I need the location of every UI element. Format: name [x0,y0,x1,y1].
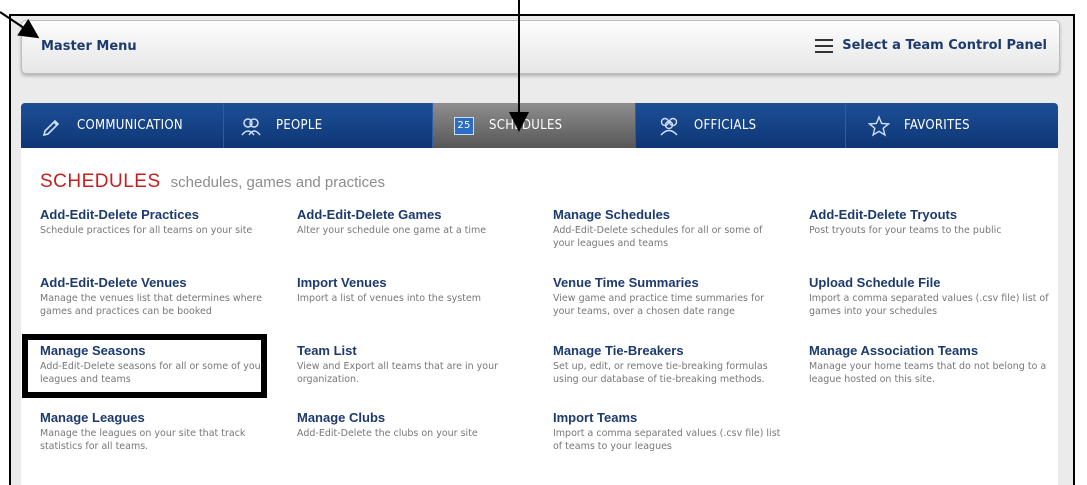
menu-item-manage-tie-breakers[interactable]: Manage Tie-Breakers Set up, edit, or rem… [553,343,788,386]
item-description: Manage your home teams that do not belon… [809,361,1047,385]
item-title[interactable]: Add-Edit-Delete Venues [40,275,270,290]
item-title[interactable]: Manage Clubs [297,410,537,425]
item-description: Add-Edit-Delete the clubs on your site [297,428,478,439]
calendar-number: 25 [454,116,474,135]
section-title: SCHEDULES [40,171,161,192]
menu-item-import-teams[interactable]: Import Teams Import a comma separated va… [553,410,788,453]
item-description: Manage the venues list that determines w… [40,293,263,317]
tab-communication[interactable]: COMMUNICATION [21,103,224,148]
menu-item-team-list[interactable]: Team List View and Export all teams that… [297,343,527,386]
menu-item-upload-schedule-file[interactable]: Upload Schedule File Import a comma sepa… [809,275,1054,318]
section-subtitle: schedules, games and practices [170,174,385,191]
main-tab-bar: COMMUNICATION PEOPLE 25 SCHEDULES OFFICI… [21,103,1058,148]
calendar-icon: 25 [453,115,475,137]
people-icon [240,115,262,137]
tab-label: OFFICIALS [694,118,757,133]
team-panel-label: Select a Team Control Panel [842,38,1047,53]
master-menu-link[interactable]: Master Menu [41,39,137,54]
menu-item-add-edit-delete-tryouts[interactable]: Add-Edit-Delete Tryouts Post tryouts for… [809,207,1049,237]
menu-item-venue-time-summaries[interactable]: Venue Time Summaries View game and pract… [553,275,788,318]
tab-label: PEOPLE [276,118,323,133]
officials-icon [658,115,680,137]
item-description: Add-Edit-Delete schedules for all or som… [553,225,763,249]
item-title[interactable]: Manage Association Teams [809,343,1054,358]
item-description: View and Export all teams that are in yo… [297,361,499,385]
item-title[interactable]: Manage Tie-Breakers [553,343,788,358]
pencil-icon [41,115,63,137]
item-title[interactable]: Add-Edit-Delete Tryouts [809,207,1049,222]
item-description: Alter your schedule one game at a time [297,225,487,236]
menu-item-manage-association-teams[interactable]: Manage Association Teams Manage your hom… [809,343,1054,386]
menu-item-manage-clubs[interactable]: Manage Clubs Add-Edit-Delete the clubs o… [297,410,537,440]
item-title[interactable]: Manage Schedules [553,207,783,222]
item-title[interactable]: Upload Schedule File [809,275,1054,290]
item-description: Import a comma separated values (.csv fi… [809,293,1049,317]
tab-officials[interactable]: OFFICIALS [636,103,846,148]
item-description: Manage the leagues on your site that tra… [40,428,246,452]
item-description: Import a comma separated values (.csv fi… [553,428,781,452]
star-icon [868,114,890,137]
item-description: Import a list of venues into the system [297,293,482,304]
menu-item-manage-leagues[interactable]: Manage Leagues Manage the leagues on you… [40,410,270,453]
tab-schedules[interactable]: 25 SCHEDULES [433,103,636,148]
hamburger-icon [815,38,834,53]
item-title[interactable]: Add-Edit-Delete Practices [40,207,280,222]
item-title[interactable]: Add-Edit-Delete Games [297,207,537,222]
item-title[interactable]: Manage Leagues [40,410,270,425]
menu-item-manage-schedules[interactable]: Manage Schedules Add-Edit-Delete schedul… [553,207,783,250]
section-heading: SCHEDULES schedules, games and practices [40,171,385,193]
menu-item-add-edit-delete-venues[interactable]: Add-Edit-Delete Venues Manage the venues… [40,275,270,318]
item-description: Set up, edit, or remove tie-breaking for… [553,361,768,385]
schedules-panel: SCHEDULES schedules, games and practices… [21,148,1058,485]
item-title[interactable]: Team List [297,343,527,358]
menu-item-import-venues[interactable]: Import Venues Import a list of venues in… [297,275,537,305]
annotation-highlight-box [22,334,267,398]
master-menu-bar: Master Menu Select a Team Control Panel [21,20,1060,74]
item-description: Post tryouts for your teams to the publi… [809,225,1002,236]
item-description: View game and practice time summaries fo… [553,293,765,317]
tab-people[interactable]: PEOPLE [224,103,433,148]
item-title[interactable]: Import Venues [297,275,537,290]
item-title[interactable]: Venue Time Summaries [553,275,788,290]
tab-label: SCHEDULES [489,118,563,133]
item-description: Schedule practices for all teams on your… [40,225,253,236]
tab-favorites[interactable]: FAVORITES [846,103,1058,148]
select-team-control-panel[interactable]: Select a Team Control Panel [815,38,1047,53]
tab-label: COMMUNICATION [77,118,183,133]
item-title[interactable]: Import Teams [553,410,788,425]
menu-item-add-edit-delete-games[interactable]: Add-Edit-Delete Games Alter your schedul… [297,207,537,237]
tab-label: FAVORITES [904,118,970,133]
menu-item-add-edit-delete-practices[interactable]: Add-Edit-Delete Practices Schedule pract… [40,207,280,237]
